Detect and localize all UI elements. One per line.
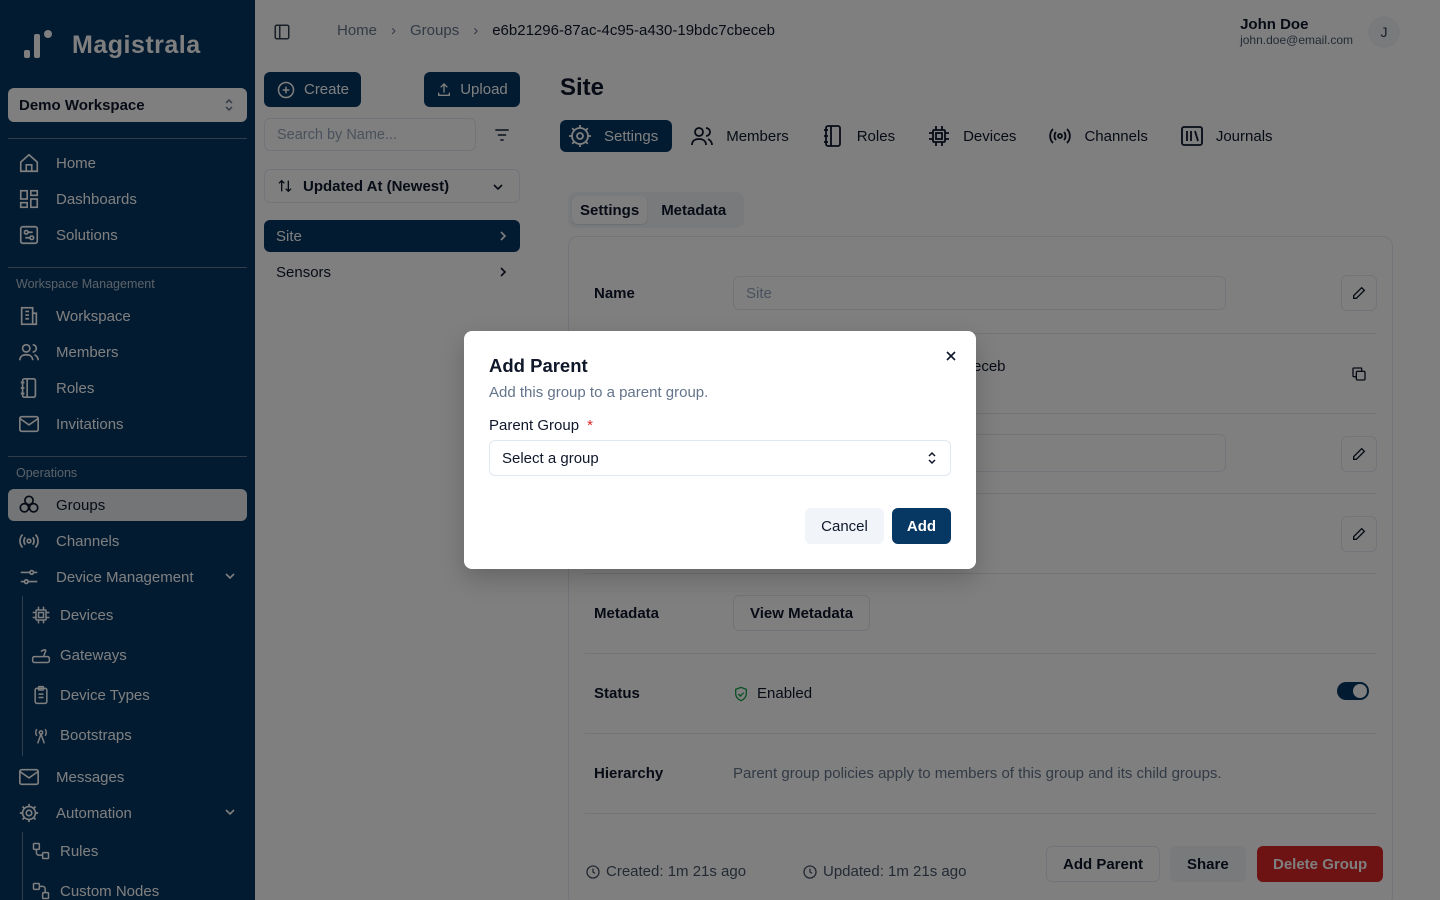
- add-button[interactable]: Add: [892, 508, 951, 544]
- parent-group-label-text: Parent Group: [489, 417, 580, 434]
- dialog-description: Add this group to a parent group.: [489, 384, 709, 401]
- dialog-title: Add Parent: [489, 355, 588, 376]
- required-mark: *: [587, 417, 593, 434]
- chevrons-up-down-icon: [928, 451, 936, 465]
- close-icon[interactable]: [943, 348, 959, 364]
- parent-group-select[interactable]: Select a group: [489, 440, 951, 476]
- parent-group-label: Parent Group *: [489, 417, 593, 434]
- add-parent-dialog: Add Parent Add this group to a parent gr…: [464, 331, 976, 569]
- parent-group-select-value: Select a group: [502, 449, 599, 467]
- cancel-button[interactable]: Cancel: [805, 508, 884, 544]
